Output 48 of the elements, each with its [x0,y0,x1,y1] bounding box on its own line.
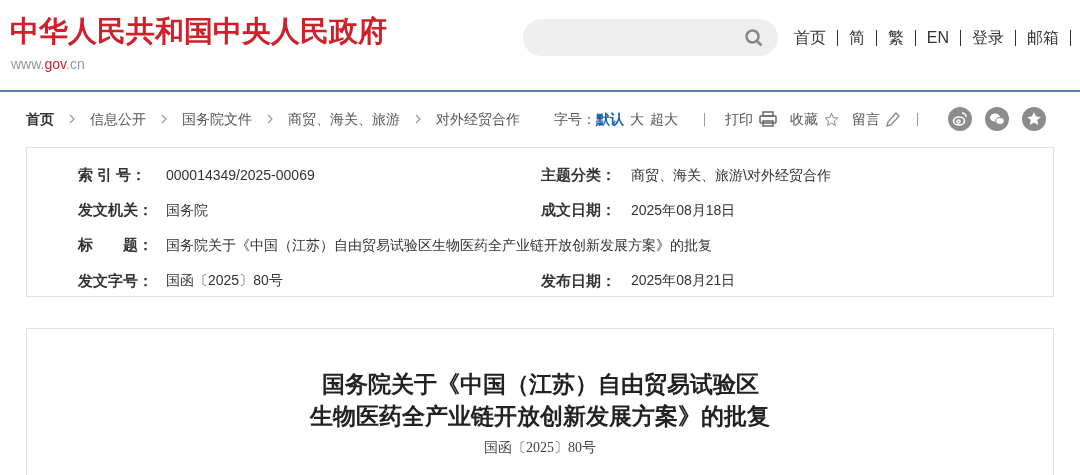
breadcrumb-link[interactable]: 信息公开 [90,108,146,130]
toolbar-action[interactable]: 留言 [852,108,900,130]
chevron-icon [161,114,167,124]
document-number: 国函〔2025〕80号 [484,439,596,457]
field-value: 国务院 [166,200,208,220]
field-value: 国务院关于《中国（江苏）自由贸易试验区生物医药全产业链开放创新发展方案》的批复 [166,236,712,255]
weibo-icon[interactable] [948,107,972,131]
nav-link[interactable]: 邮箱 [1025,25,1061,50]
field-value: 2025年08月21日 [631,271,736,291]
document-title: 国务院关于《中国（江苏）自由贸易试验区 [321,371,759,399]
nav-link[interactable]: EN [924,25,951,50]
field-label: 索 引 号： [78,164,148,185]
field-label: 成文日期： [541,200,617,220]
field-value: 000014349/2025-00069 [166,165,315,185]
field-label: 发布日期： [541,270,617,291]
pencil-icon [886,111,900,127]
nav-link[interactable]: 简 [846,25,867,50]
chevron-icon [415,114,421,124]
font-size-option[interactable]: 大 [630,108,644,130]
breadcrumb-link[interactable]: 首页 [26,108,54,130]
nav-link[interactable]: 首页 [791,25,828,50]
breadcrumb-link[interactable]: 对外经贸合作 [436,108,520,130]
field-label: 主题分类： [541,164,617,185]
field-label: 标 题： [78,235,154,256]
toolbar-action[interactable]: 打印 [725,108,777,130]
field-value: 商贸、海关、旅游\对外经贸合作 [631,165,831,185]
field-value: 2025年08月18日 [631,200,736,220]
document-title: 生物医药全产业链开放创新发展方案》的批复 [310,403,770,431]
field-label: 发文字号： [78,270,154,291]
breadcrumb-link[interactable]: 国务院文件 [182,108,252,130]
font-size-label: 字号： [554,109,596,129]
site-url: www.gov.cn [10,55,86,74]
font-size-option[interactable]: 超大 [650,108,678,130]
search-icon[interactable] [743,27,764,48]
nav-link[interactable]: 繁 [885,25,906,50]
field-label: 发文机关： [78,200,154,220]
star-icon [824,111,839,127]
breadcrumb-link[interactable]: 商贸、海关、旅游 [288,108,400,130]
font-size-option[interactable]: 默认 [596,108,624,130]
nav-link[interactable]: 登录 [970,25,1006,50]
search-field[interactable] [522,19,778,56]
wechat-icon[interactable] [985,107,1009,131]
toolbar-action[interactable]: 收藏 [790,108,839,130]
chevron-icon [267,114,273,124]
printer-icon [759,111,777,127]
chevron-icon [69,114,75,124]
site-title: 中华人民共和国中央人民政府 [10,14,387,48]
field-value: 国函〔2025〕80号 [166,271,283,291]
